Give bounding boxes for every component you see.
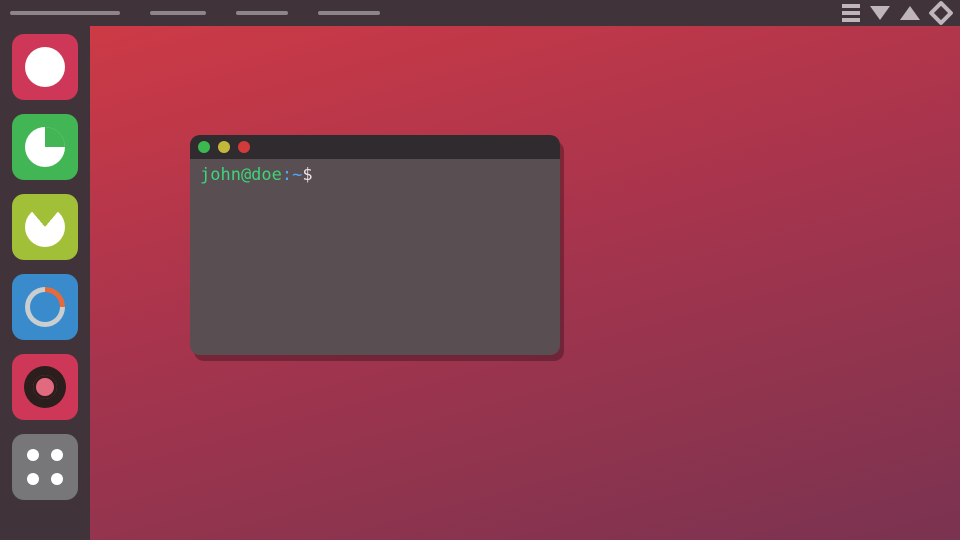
terminal-body[interactable]: john@doe:~$	[190, 159, 560, 355]
window-minimize-button[interactable]	[218, 141, 230, 153]
launcher-app-3[interactable]	[12, 194, 78, 260]
triangle-down-icon[interactable]	[870, 6, 890, 20]
menu-item-4[interactable]	[318, 11, 380, 15]
system-indicators	[842, 4, 960, 22]
launcher-apps-grid[interactable]	[12, 434, 78, 500]
launcher-app-5[interactable]	[12, 354, 78, 420]
menu-item-1[interactable]	[10, 11, 120, 15]
window-maximize-button[interactable]	[238, 141, 250, 153]
prompt-userhost: john@doe	[200, 165, 282, 185]
terminal-titlebar[interactable]	[190, 135, 560, 159]
menu-icon[interactable]	[842, 4, 860, 22]
window-close-button[interactable]	[198, 141, 210, 153]
piechart-icon	[25, 287, 65, 327]
launcher-files[interactable]	[12, 114, 78, 180]
launcher-dash[interactable]	[12, 34, 78, 100]
top-menu-bar	[0, 0, 960, 26]
pie-icon	[25, 127, 65, 167]
terminal-window[interactable]: john@doe:~$	[190, 135, 560, 355]
hexagon-icon[interactable]	[928, 0, 953, 25]
top-menu-items	[0, 11, 380, 15]
ring-icon	[24, 366, 66, 408]
pacman-icon	[25, 207, 65, 247]
triangle-up-icon[interactable]	[900, 6, 920, 20]
menu-item-2[interactable]	[150, 11, 206, 15]
circle-icon	[25, 47, 65, 87]
menu-item-3[interactable]	[236, 11, 288, 15]
launcher-app-4[interactable]	[12, 274, 78, 340]
prompt-symbol: $	[302, 165, 312, 185]
grid-icon	[25, 447, 65, 487]
prompt-path: :~	[282, 165, 302, 185]
launcher-dock	[0, 26, 90, 540]
